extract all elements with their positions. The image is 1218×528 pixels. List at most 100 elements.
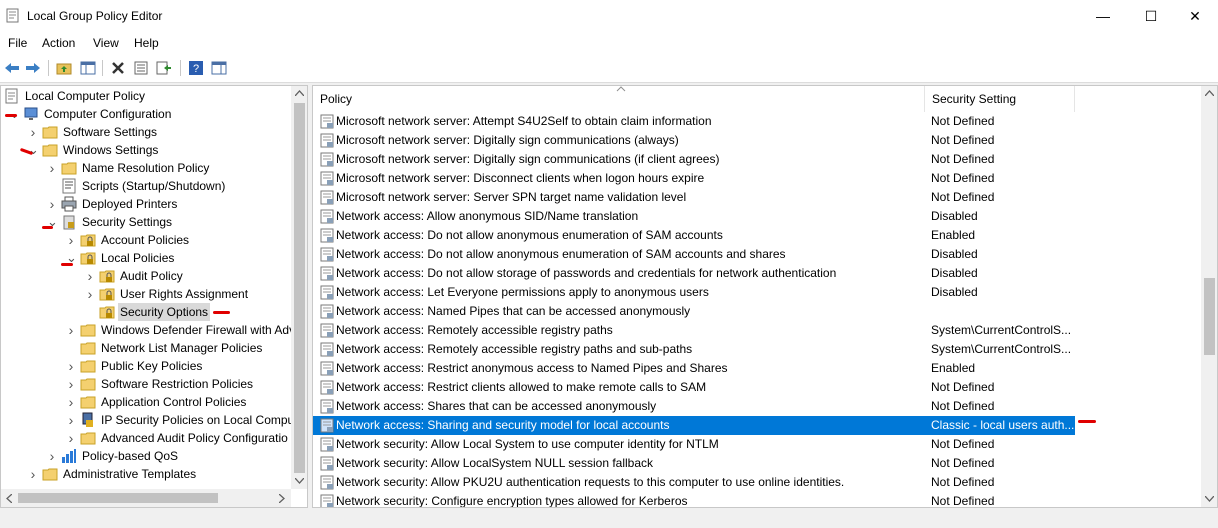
policy-row[interactable]: Network access: Remotely accessible regi… (313, 340, 1075, 359)
back-button[interactable] (3, 59, 21, 77)
tree-vertical-scroll-thumb[interactable] (294, 103, 305, 473)
tree-item[interactable]: ⌄Computer Configuration (1, 105, 291, 123)
scroll-down-arrow-icon[interactable] (295, 478, 304, 484)
policy-row[interactable]: Network security: Allow LocalSystem NULL… (313, 454, 1075, 473)
policy-row[interactable]: Network access: Let Everyone permissions… (313, 283, 1075, 302)
security-setting-value: Not Defined (931, 399, 995, 413)
policy-row[interactable]: Microsoft network server: Disconnect cli… (313, 169, 1075, 188)
tree-item[interactable]: ⌄ Local Policies (1, 249, 291, 267)
policy-row[interactable]: Network access: Allow anonymous SID/Name… (313, 207, 1075, 226)
tree-item[interactable]: › Name Resolution Policy (1, 159, 291, 177)
list-vertical-scrollbar[interactable] (1201, 86, 1217, 507)
scroll-up-arrow-icon[interactable] (295, 90, 304, 96)
menu-file[interactable]: File (8, 36, 27, 50)
policy-row[interactable]: Network security: Configure encryption t… (313, 492, 1075, 507)
column-header-security-setting[interactable]: Security Setting (925, 86, 1075, 112)
delete-button[interactable] (109, 59, 127, 77)
expand-chevron-icon[interactable]: › (47, 159, 57, 177)
expand-chevron-icon[interactable]: › (66, 429, 76, 447)
close-button[interactable]: ✕ (1172, 0, 1218, 32)
tree-item[interactable]: Local Computer Policy (1, 87, 291, 105)
expand-chevron-icon[interactable]: › (66, 357, 76, 375)
policy-row[interactable]: Network access: Remotely accessible regi… (313, 321, 1075, 340)
policy-row[interactable]: Microsoft network server: Attempt S4U2Se… (313, 112, 1075, 131)
expand-chevron-icon[interactable]: › (66, 393, 76, 411)
export-list-button[interactable] (155, 59, 173, 77)
tree-item[interactable]: › Advanced Audit Policy Configuratio (1, 429, 291, 447)
expand-chevron-icon[interactable]: › (66, 231, 76, 249)
expand-chevron-icon[interactable]: › (85, 285, 95, 303)
tree-item-label: Security Options (118, 303, 211, 321)
tree-vertical-scrollbar[interactable] (291, 86, 307, 489)
policy-list-pane[interactable]: Policy Security Setting Microsoft networ… (312, 85, 1218, 508)
scroll-left-arrow-icon[interactable] (6, 494, 12, 503)
tree-item[interactable]: › Deployed Printers (1, 195, 291, 213)
expand-chevron-icon[interactable]: › (28, 465, 38, 483)
tree-item[interactable]: Security Options (1, 303, 291, 321)
tree-item[interactable]: Network List Manager Policies (1, 339, 291, 357)
show-hide-console-tree-button[interactable] (79, 59, 97, 77)
expand-chevron-icon[interactable]: › (66, 321, 76, 339)
policy-row[interactable]: Network security: Allow PKU2U authentica… (313, 473, 1075, 492)
expand-chevron-icon[interactable]: › (47, 195, 57, 213)
policy-row[interactable]: Microsoft network server: Digitally sign… (313, 131, 1075, 150)
minimize-button[interactable]: — (1080, 0, 1126, 32)
policy-setting-icon (320, 209, 334, 224)
tree-item[interactable]: Scripts (Startup/Shutdown) (1, 177, 291, 195)
scroll-down-arrow-icon[interactable] (1205, 496, 1214, 502)
policy-name: Network security: Allow Local System to … (336, 437, 719, 451)
tree-item[interactable]: › Software Restriction Policies (1, 375, 291, 393)
policy-setting-icon (320, 361, 334, 376)
tree-item[interactable]: › Windows Defender Firewall with Adv (1, 321, 295, 339)
tree-horizontal-scroll-thumb[interactable] (18, 493, 218, 503)
toolbar-separator (48, 60, 49, 76)
menu-view[interactable]: View (93, 36, 119, 50)
security-setting-value: Classic - local users auth... (931, 418, 1075, 432)
policy-row[interactable]: Network access: Shares that can be acces… (313, 397, 1075, 416)
menu-action[interactable]: Action (42, 36, 75, 50)
console-tree-pane[interactable]: Local Computer Policy ⌄Computer Configura… (0, 85, 308, 508)
folder-lock-icon (80, 252, 96, 265)
tree-item[interactable]: › Administrative Templates (1, 465, 291, 483)
tree-item[interactable]: › Public Key Policies (1, 357, 291, 375)
properties-button[interactable] (132, 59, 150, 77)
tree-item-label: Deployed Printers (82, 197, 178, 211)
tree-item[interactable]: › Application Control Policies (1, 393, 291, 411)
expand-chevron-icon[interactable]: › (66, 375, 76, 393)
menu-help[interactable]: Help (134, 36, 159, 50)
policy-row[interactable]: Network access: Restrict clients allowed… (313, 378, 1075, 397)
policy-row[interactable]: Network access: Named Pipes that can be … (313, 302, 1075, 321)
policy-setting-icon (320, 114, 334, 129)
tree-item-label: Software Restriction Policies (101, 377, 254, 391)
show-hide-action-pane-button[interactable] (210, 59, 228, 77)
tree-horizontal-scrollbar[interactable] (1, 489, 291, 507)
up-one-level-button[interactable] (55, 59, 73, 77)
policy-row[interactable]: Network access: Do not allow anonymous e… (313, 245, 1075, 264)
tree-item[interactable]: › IP Security Policies on Local Compu (1, 411, 295, 429)
tree-item[interactable]: › Account Policies (1, 231, 291, 249)
tree-item[interactable]: › Policy-based QoS (1, 447, 291, 465)
policy-row[interactable]: Network access: Restrict anonymous acces… (313, 359, 1075, 378)
scroll-right-arrow-icon[interactable] (279, 494, 285, 503)
expand-chevron-icon[interactable]: › (47, 447, 57, 465)
expand-chevron-icon[interactable]: › (66, 411, 76, 429)
policy-name: Microsoft network server: Digitally sign… (336, 152, 720, 166)
tree-item[interactable]: › Audit Policy (1, 267, 291, 285)
policy-row[interactable]: Network access: Sharing and security mod… (313, 416, 1075, 435)
expand-chevron-icon[interactable]: › (28, 123, 38, 141)
policy-row[interactable]: Network security: Allow Local System to … (313, 435, 1075, 454)
tree-item[interactable]: › User Rights Assignment (1, 285, 291, 303)
tree-item[interactable]: ⌄ Windows Settings (1, 141, 291, 159)
tree-item[interactable]: › Software Settings (1, 123, 291, 141)
help-button[interactable]: ? (187, 59, 205, 77)
forward-button[interactable] (24, 59, 42, 77)
maximize-button[interactable]: ☐ (1128, 0, 1174, 32)
policy-row[interactable]: Network access: Do not allow anonymous e… (313, 226, 1075, 245)
expand-chevron-icon[interactable]: › (85, 267, 95, 285)
list-vertical-scroll-thumb[interactable] (1204, 278, 1215, 355)
tree-item-label: Advanced Audit Policy Configuratio (101, 431, 288, 445)
policy-row[interactable]: Network access: Do not allow storage of … (313, 264, 1075, 283)
policy-row[interactable]: Microsoft network server: Server SPN tar… (313, 188, 1075, 207)
scroll-up-arrow-icon[interactable] (1205, 90, 1214, 96)
policy-row[interactable]: Microsoft network server: Digitally sign… (313, 150, 1075, 169)
